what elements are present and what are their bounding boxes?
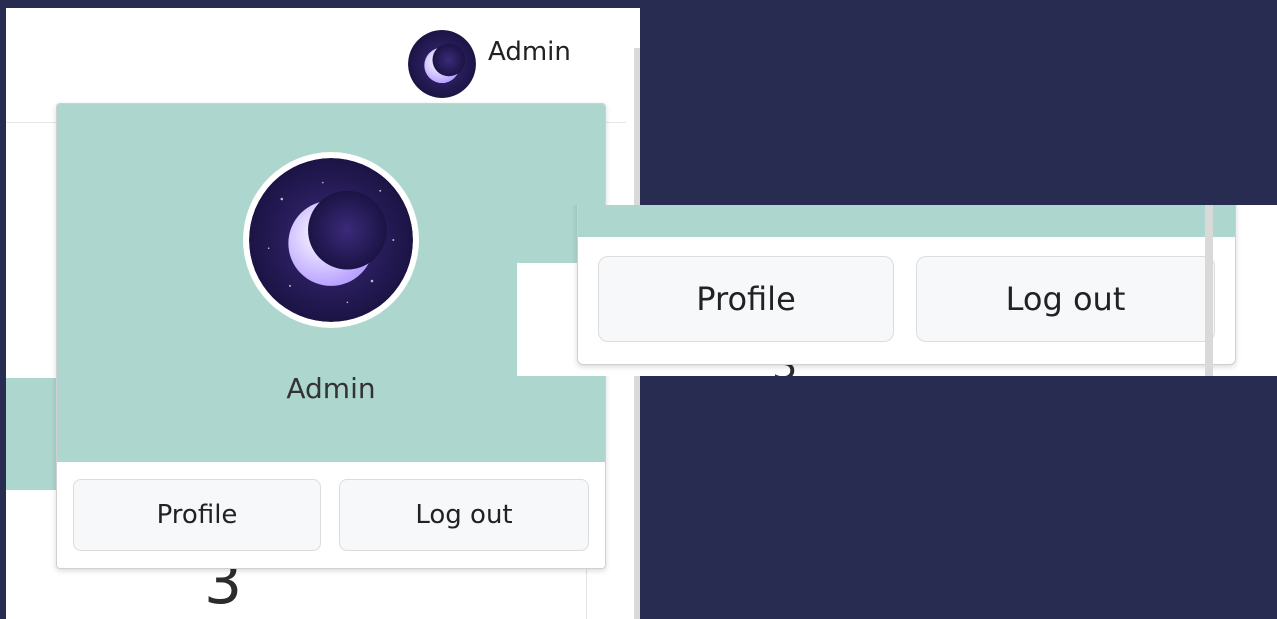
- moon-avatar-icon: [408, 30, 476, 98]
- dropdown-username: Admin: [286, 372, 376, 405]
- background-accent-band: [517, 205, 577, 263]
- username-label[interactable]: Admin: [488, 37, 571, 67]
- logout-button[interactable]: Log out: [339, 479, 589, 551]
- user-menu-trigger[interactable]: Admin: [408, 30, 571, 98]
- profile-button[interactable]: Profile: [73, 479, 321, 551]
- dropdown-actions: Profile Log out: [598, 256, 1215, 342]
- scrollbar[interactable]: [1205, 205, 1213, 376]
- profile-button[interactable]: Profile: [598, 256, 894, 342]
- user-dropdown-header: [578, 205, 1235, 237]
- avatar: [243, 152, 419, 328]
- user-dropdown-menu-zoomed: Profile Log out: [577, 205, 1236, 365]
- dropdown-actions: Profile Log out: [73, 479, 589, 553]
- logout-button[interactable]: Log out: [916, 256, 1215, 342]
- zoom-inset: 3 Profile Log out: [517, 205, 1277, 376]
- moon-avatar-icon: [249, 158, 413, 322]
